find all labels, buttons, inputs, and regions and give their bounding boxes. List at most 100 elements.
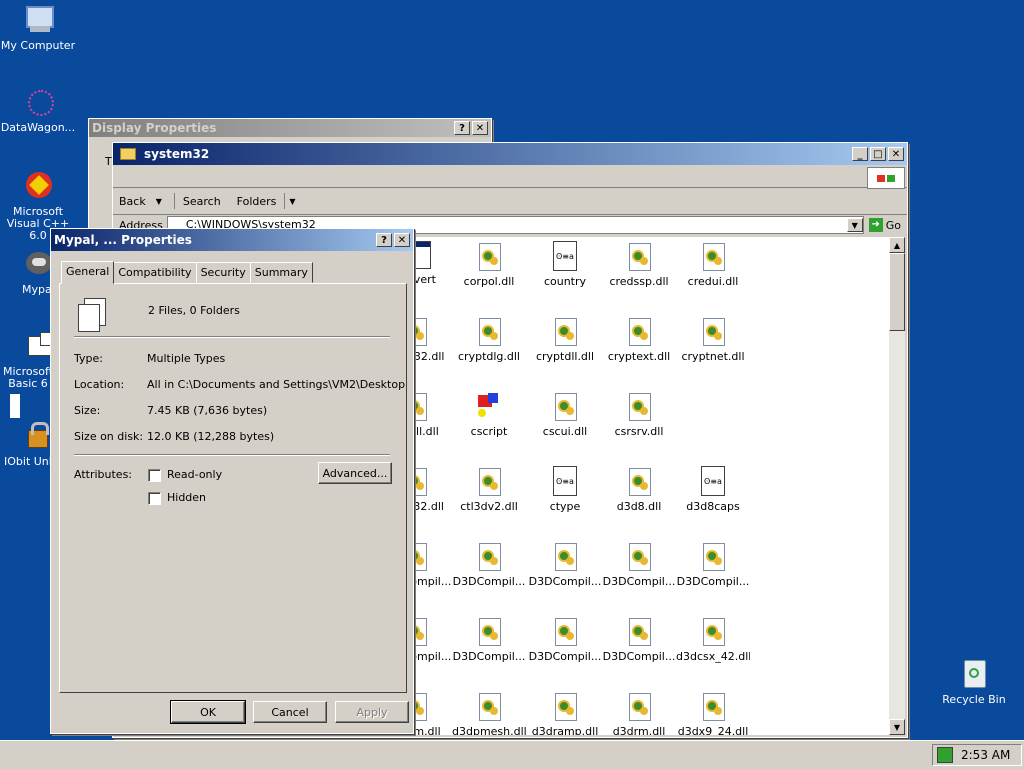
dll-file-icon (626, 316, 652, 346)
file-item[interactable]: cscript (452, 391, 526, 438)
dll-file-icon (700, 241, 726, 271)
file-item[interactable]: credui.dll (676, 241, 750, 288)
file-name: cryptdll.dll (535, 350, 595, 363)
file-item[interactable]: D3DCompil... (602, 541, 676, 588)
file-item[interactable]: D3DCompil... (676, 541, 750, 588)
address-dropdown-icon[interactable]: ▼ (846, 218, 863, 232)
file-item[interactable]: D3DCompil... (452, 616, 526, 663)
go-arrow-icon: ➜ (868, 218, 883, 232)
file-item[interactable]: corpol.dll (452, 241, 526, 288)
taskbar: 2:53 AM (0, 740, 1024, 769)
properties-dialog[interactable]: Mypal, ... Properties ? ✕ General Compati… (50, 228, 414, 734)
scroll-down-icon[interactable]: ▼ (889, 719, 905, 735)
file-name: corpol.dll (463, 275, 515, 288)
hidden-check-box[interactable] (148, 491, 161, 505)
tab-summary[interactable]: Summary (249, 262, 313, 283)
file-item[interactable]: d3d8.dll (602, 466, 676, 513)
file-item[interactable]: d3drm.dll (602, 691, 676, 735)
file-item[interactable]: d3d8caps (676, 466, 750, 513)
search-button[interactable]: Search (183, 195, 221, 208)
file-item[interactable]: cryptext.dll (602, 316, 676, 363)
recycle-bin-icon (958, 658, 990, 690)
file-name: cryptext.dll (607, 350, 671, 363)
ok-button[interactable]: OK (170, 700, 246, 724)
size-row: Size: 7.45 KB (7,636 bytes) (74, 404, 268, 417)
file-item[interactable]: ctl3dv2.dll (452, 466, 526, 513)
file-item[interactable]: d3dcsx_42.dll (676, 616, 750, 663)
file-item[interactable]: D3DCompil... (452, 541, 526, 588)
readonly-checkbox[interactable]: Read-only (148, 468, 222, 482)
windows-logo-icon (867, 167, 905, 189)
properties-titlebar[interactable]: Mypal, ... Properties ? ✕ (51, 229, 413, 251)
dll-file-icon (552, 616, 578, 646)
tab-security[interactable]: Security (195, 262, 251, 283)
views-dropdown-icon[interactable]: ▼ (289, 197, 295, 206)
file-item[interactable]: D3DCompil... (528, 541, 602, 588)
file-name: cscui.dll (542, 425, 588, 438)
scroll-up-icon[interactable]: ▲ (889, 237, 905, 253)
file-name: credui.dll (687, 275, 739, 288)
back-dropdown-icon[interactable]: ▼ (156, 197, 162, 206)
explorer-titlebar[interactable]: system32 _ □ ✕ (113, 143, 907, 165)
file-item[interactable]: D3DCompil... (528, 616, 602, 663)
file-item[interactable]: country (528, 241, 602, 288)
readonly-check-box[interactable] (148, 468, 161, 482)
close-icon[interactable]: ✕ (888, 147, 904, 161)
close-icon[interactable]: ✕ (394, 233, 410, 247)
minimize-icon[interactable]: _ (852, 147, 868, 161)
file-name: d3dramp.dll (531, 725, 599, 735)
file-item[interactable]: ctype (528, 466, 602, 513)
file-name: ctype (549, 500, 581, 513)
menu-bar (113, 165, 907, 189)
tab-compatibility[interactable]: Compatibility (113, 262, 197, 283)
tab-strip: General Compatibility Security Summary (61, 261, 313, 284)
dll-file-icon (626, 691, 652, 721)
file-item[interactable]: cryptnet.dll (676, 316, 750, 363)
file-item[interactable]: cryptdlg.dll (452, 316, 526, 363)
help-icon[interactable]: ? (376, 233, 392, 247)
file-item[interactable]: d3dx9_24.dll (676, 691, 750, 735)
dll-file-icon (476, 616, 502, 646)
file-name: D3DCompil... (528, 650, 602, 663)
file-item[interactable]: csrsrv.dll (602, 391, 676, 438)
file-name: d3drm.dll (612, 725, 666, 735)
divider (74, 336, 390, 338)
file-item[interactable]: cscui.dll (528, 391, 602, 438)
dll-file-icon (626, 616, 652, 646)
file-item[interactable]: D3DCompil... (602, 616, 676, 663)
file-item[interactable]: d3dpmesh.dll (452, 691, 526, 735)
advanced-button[interactable]: Advanced... (318, 462, 392, 484)
folders-button[interactable]: Folders (237, 195, 277, 208)
file-name: csrsrv.dll (614, 425, 664, 438)
hidden-checkbox[interactable]: Hidden (148, 491, 206, 505)
desktop-icon-datawagon[interactable]: DataWagon... (0, 86, 78, 134)
clock[interactable]: 2:53 AM (961, 748, 1010, 762)
datawagon-icon (22, 86, 54, 118)
file-name: d3dpmesh.dll (452, 725, 526, 735)
scroll-thumb[interactable] (889, 253, 905, 331)
close-icon[interactable]: ✕ (472, 121, 488, 135)
file-name: D3DCompil... (676, 575, 750, 588)
dll-file-icon (552, 316, 578, 346)
go-button[interactable]: ➜ Go (868, 218, 901, 232)
file-name: D3DCompil... (602, 575, 676, 588)
dll-file-icon (700, 541, 726, 571)
file-item[interactable]: d3dramp.dll (528, 691, 602, 735)
file-item[interactable]: credssp.dll (602, 241, 676, 288)
maximize-icon[interactable]: □ (870, 147, 886, 161)
file-name: d3d8caps (686, 500, 740, 513)
cancel-button[interactable]: Cancel (253, 701, 327, 723)
tab-general[interactable]: General (61, 261, 115, 284)
file-item[interactable]: cryptdll.dll (528, 316, 602, 363)
vertical-scrollbar[interactable]: ▲ ▼ (889, 237, 905, 735)
display-properties-titlebar[interactable]: Display Properties ? ✕ (89, 119, 491, 137)
desktop-icon-recycle-bin[interactable]: Recycle Bin (934, 658, 1014, 706)
back-button[interactable]: Back (119, 195, 146, 208)
selection-summary: 2 Files, 0 Folders (148, 304, 240, 317)
file-name: D3DCompil... (452, 650, 526, 663)
desktop-icon-my-computer[interactable]: My Computer (0, 4, 78, 52)
dll-file-icon (700, 616, 726, 646)
system-tray: 2:53 AM (932, 744, 1022, 766)
network-tray-icon[interactable] (937, 747, 953, 763)
help-icon[interactable]: ? (454, 121, 470, 135)
